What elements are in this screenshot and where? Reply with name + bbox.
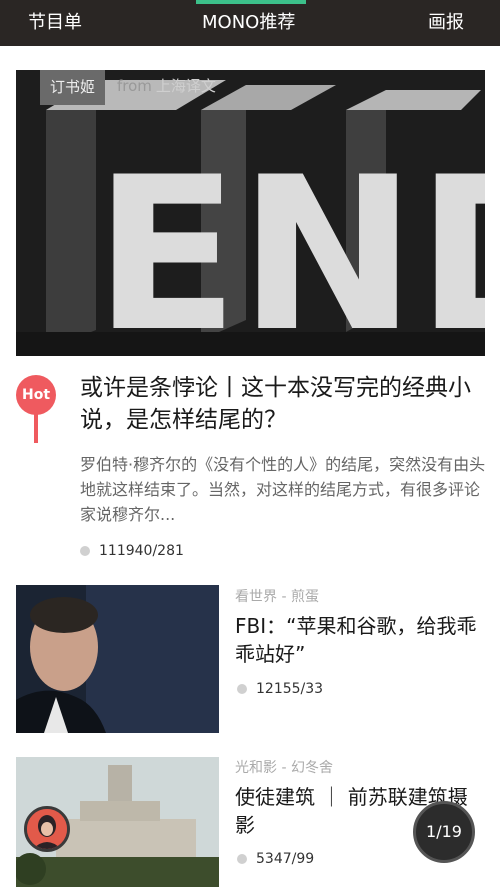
article-source[interactable]: 光和影 - 幻冬舍 <box>235 759 333 777</box>
feature-image[interactable]: END 订书姬 from上海译文 <box>16 70 485 356</box>
from-label: from <box>117 77 152 95</box>
stats-dot-icon <box>237 854 247 864</box>
stats-dot-icon <box>80 546 90 556</box>
page-indicator[interactable]: 1/19 <box>413 801 475 863</box>
article-stats-value: 12155/33 <box>256 681 324 697</box>
feature-title[interactable]: 或许是条悖论丨这十本没写完的经典小说，是怎样结尾的？ <box>80 372 490 436</box>
avatar-image <box>27 809 67 849</box>
source-name: 上海译文 <box>155 77 216 95</box>
article-source[interactable]: 看世界 - 煎蛋 <box>235 588 319 606</box>
article-stats-value: 5347/99 <box>256 851 315 867</box>
active-tab-indicator <box>196 0 306 4</box>
article-stats: 12155/33 <box>237 680 323 698</box>
feature-stats: 111940/281 <box>80 542 184 560</box>
stats-dot-icon <box>237 684 247 694</box>
hot-badge-stem <box>34 413 38 443</box>
user-avatar[interactable] <box>24 806 70 852</box>
tab-pictorial[interactable]: 画报 <box>428 12 464 34</box>
hot-badge: Hot <box>16 375 56 447</box>
end-letters-graphic: END <box>16 70 485 356</box>
hot-badge-label: Hot <box>16 375 56 415</box>
top-nav: 节目单 MONO推荐 画报 <box>0 0 500 46</box>
article-stats: 5347/99 <box>237 850 314 868</box>
article-title[interactable]: FBI：“苹果和谷歌，给我乖乖站好” <box>235 612 490 668</box>
source-line[interactable]: from 上海译文 <box>117 76 216 96</box>
article-thumbnail-fbi[interactable] <box>16 585 219 733</box>
tab-program-list[interactable]: 节目单 <box>28 12 82 34</box>
feature-stats-value: 111940/281 <box>99 543 184 559</box>
tab-mono-recommend[interactable]: MONO推荐 <box>202 12 295 34</box>
category-tag[interactable]: 订书姬 <box>40 70 106 105</box>
feature-description: 罗伯特·穆齐尔的《没有个性的人》的结尾，突然没有由头地就这样结束了。当然，对这样… <box>80 455 486 524</box>
portrait-photo <box>16 585 219 733</box>
hero-end-text: END <box>94 131 485 356</box>
